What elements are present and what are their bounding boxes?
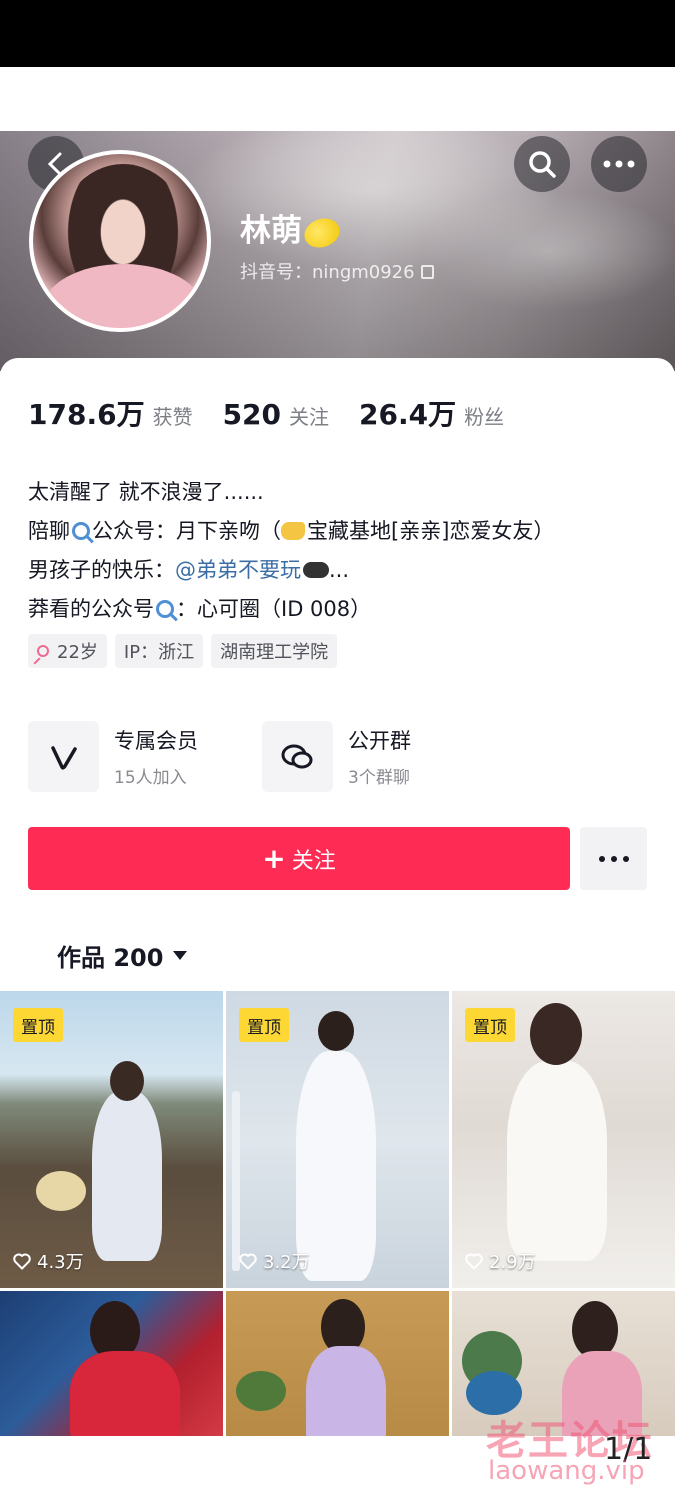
heart-icon bbox=[465, 1253, 483, 1270]
heart-icon bbox=[13, 1253, 31, 1270]
bio-line-4: 莽看的公众号 ：心可圈（ID 008） bbox=[28, 597, 372, 621]
tag-school[interactable]: 湖南理工学院 bbox=[211, 634, 338, 668]
avatar[interactable] bbox=[29, 150, 211, 332]
top-spacer bbox=[0, 67, 675, 131]
status-bar-area bbox=[0, 0, 675, 67]
exclusive-membership-entry[interactable]: 专属会员 15人加入 bbox=[28, 721, 198, 792]
pointing-hand-emoji-icon bbox=[281, 522, 305, 540]
profile-name: 林萌 bbox=[240, 205, 344, 252]
profile-tags: 22岁 IP：浙江 湖南理工学院 bbox=[28, 634, 345, 668]
pinned-badge: 置顶 bbox=[465, 1008, 515, 1042]
stat-following[interactable]: 520 关注 bbox=[223, 398, 329, 431]
follow-button[interactable]: + 关注 bbox=[28, 827, 570, 890]
magnifier-emoji-icon bbox=[72, 522, 90, 540]
pinned-badge: 置顶 bbox=[13, 1008, 63, 1042]
feature-subtitle: 3个群聊 bbox=[348, 768, 410, 788]
more-actions-button[interactable] bbox=[580, 827, 647, 890]
profile-handle[interactable]: 抖音号：ningm0926 bbox=[240, 258, 434, 284]
video-thumbnail[interactable]: 置顶 3.2万 bbox=[226, 991, 449, 1288]
magnifier-emoji-icon bbox=[156, 600, 174, 618]
gamepad-emoji-icon bbox=[303, 562, 329, 578]
more-dots-icon bbox=[598, 855, 629, 862]
video-thumbnail[interactable]: 置顶 4.3万 bbox=[0, 991, 223, 1288]
feature-title: 专属会员 bbox=[114, 729, 198, 753]
female-icon bbox=[37, 645, 49, 657]
lemon-emoji-icon bbox=[300, 213, 344, 252]
video-thumbnail[interactable] bbox=[0, 1291, 223, 1436]
more-dots-icon bbox=[603, 160, 635, 168]
bio-line-2: 陪聊 公众号：月下亲吻（ 宝藏基地[亲亲]恋爱女友） bbox=[28, 519, 555, 543]
copy-icon[interactable] bbox=[420, 265, 434, 279]
plus-icon: + bbox=[262, 842, 286, 875]
feature-subtitle: 15人加入 bbox=[114, 768, 187, 788]
caret-down-icon bbox=[173, 951, 188, 960]
like-count: 3.2万 bbox=[238, 1248, 310, 1274]
watermark-url: laowang.vip bbox=[488, 1456, 645, 1486]
profile-bio: 太清醒了 就不浪漫了...... 陪聊 公众号：月下亲吻（ 宝藏基地[亲亲]恋爱女友… bbox=[28, 473, 658, 629]
video-thumbnail[interactable] bbox=[226, 1291, 449, 1436]
feature-title: 公开群 bbox=[348, 729, 411, 753]
search-button[interactable] bbox=[514, 136, 570, 192]
public-group-entry[interactable]: 公开群 3个群聊 bbox=[262, 721, 411, 792]
like-count: 4.3万 bbox=[12, 1248, 84, 1274]
v-icon bbox=[28, 721, 99, 792]
bio-line-3: 男孩子的快乐：@弟弟不要玩... bbox=[28, 558, 350, 582]
tag-ip-location: IP：浙江 bbox=[114, 634, 204, 668]
tab-works[interactable]: 作品 200 bbox=[57, 938, 188, 973]
tag-age: 22岁 bbox=[28, 634, 107, 668]
stat-likes[interactable]: 178.6万 获赞 bbox=[28, 393, 193, 433]
heart-icon bbox=[239, 1253, 257, 1270]
more-options-button[interactable] bbox=[591, 136, 647, 192]
like-count: 2.9万 bbox=[464, 1248, 536, 1274]
chat-bubbles-icon bbox=[262, 721, 333, 792]
bio-line-1: 太清醒了 就不浪漫了...... bbox=[28, 480, 264, 504]
search-icon bbox=[529, 151, 556, 178]
stat-followers[interactable]: 26.4万 粉丝 bbox=[359, 393, 504, 433]
mention-link[interactable]: @弟弟不要玩 bbox=[175, 558, 301, 582]
video-thumbnail[interactable]: 置顶 2.9万 bbox=[452, 991, 675, 1288]
pinned-badge: 置顶 bbox=[239, 1008, 289, 1042]
profile-stats: 178.6万 获赞 520 关注 26.4万 粉丝 bbox=[28, 393, 534, 433]
